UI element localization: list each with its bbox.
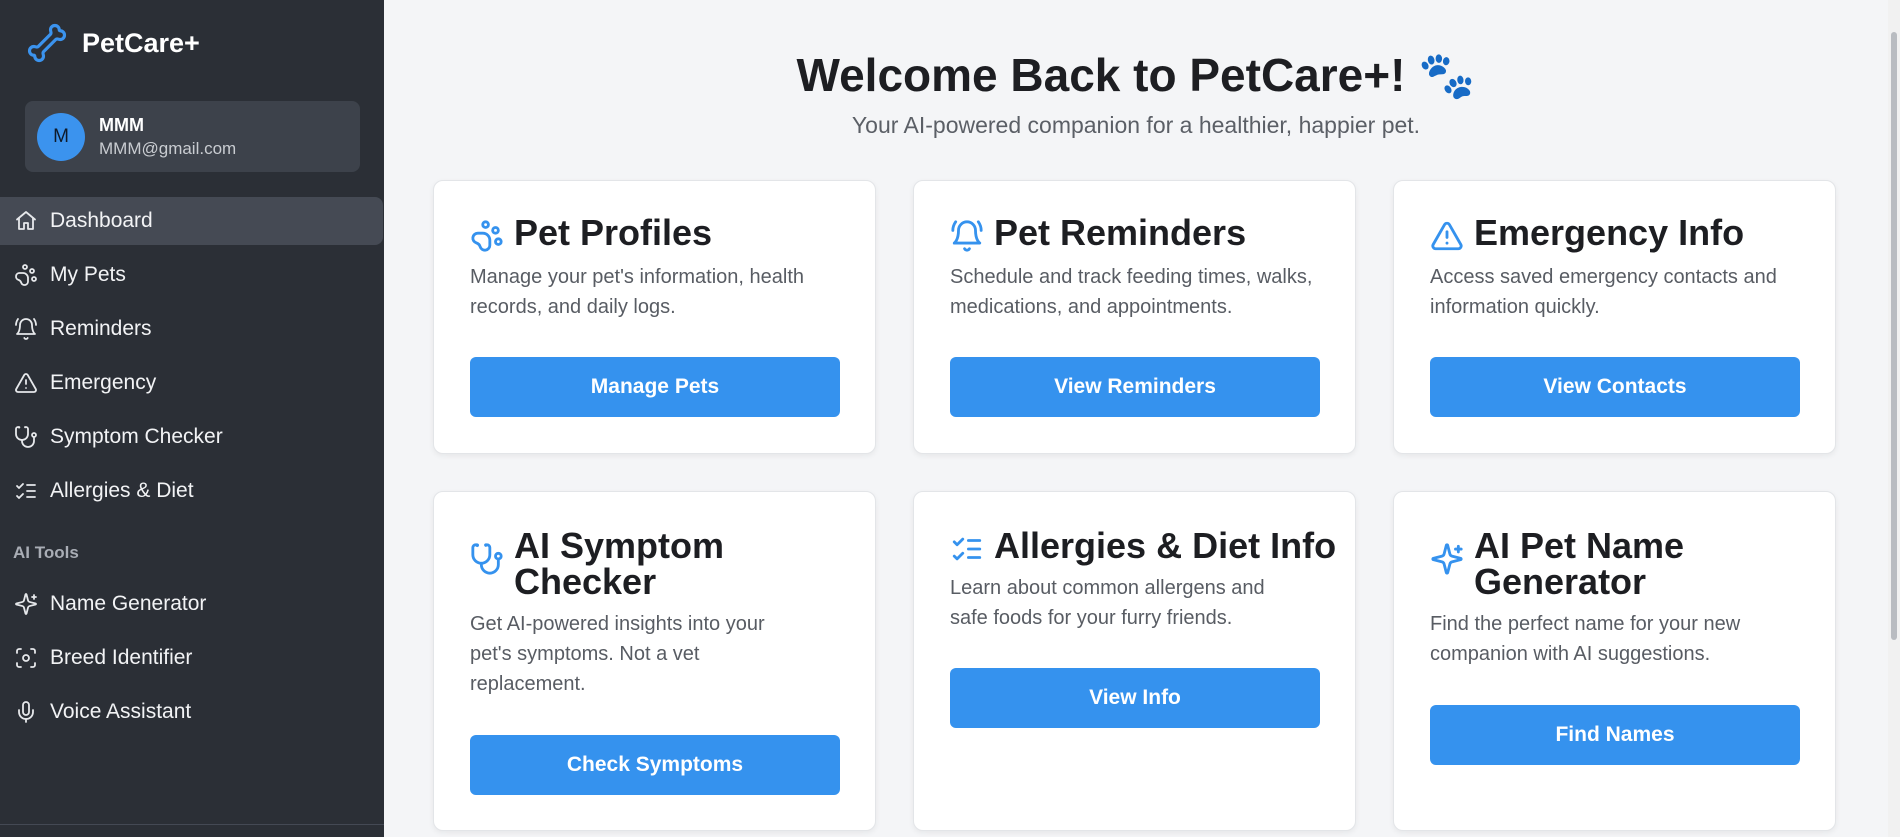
scrollbar[interactable] [1888, 0, 1900, 837]
manage-pets-button[interactable]: Manage Pets [470, 357, 840, 417]
card-title: AI Pet Name Generator [1474, 525, 1685, 602]
bell-icon [951, 220, 983, 252]
microphone-icon [18, 701, 34, 723]
check-symptoms-button[interactable]: Check Symptoms [470, 735, 840, 795]
card-ai-symptom-checker: AI Symptom Checker Get AI-powered insigh… [433, 491, 876, 831]
list-check-icon [16, 483, 36, 499]
user-card[interactable]: M MMM MMM@gmail.com [25, 101, 360, 172]
find-names-button[interactable]: Find Names [1430, 705, 1800, 765]
sidebar-item-label: Allergies & Diet [50, 479, 194, 502]
sparkles-icon [15, 593, 37, 615]
sidebar-item-dashboard[interactable]: Dashboard [0, 197, 383, 245]
sidebar-item-label: Reminders [50, 317, 152, 340]
card-description: Get AI-powered insights into your pet's … [470, 613, 765, 695]
view-contacts-button[interactable]: View Contacts [1430, 357, 1800, 417]
card-description: Access saved emergency contacts and info… [1430, 266, 1777, 318]
card-header: Emergency Info [1430, 215, 1744, 253]
card-allergies-diet: Allergies & Diet Info Learn about common… [913, 491, 1356, 831]
sidebar-item-name-generator[interactable]: Name Generator [0, 580, 384, 628]
sidebar-item-allergies-diet[interactable]: Allergies & Diet [0, 467, 384, 515]
user-email: MMM@gmail.com [99, 138, 237, 158]
user-info: MMM MMM@gmail.com [99, 115, 236, 159]
bell-icon [15, 318, 37, 340]
card-title: Pet Reminders [994, 212, 1247, 253]
card-header: AI Pet Name Generator [1430, 528, 1734, 600]
scrollbar-thumb[interactable] [1891, 32, 1897, 640]
warning-icon [1431, 221, 1463, 251]
sparkles-icon [1431, 543, 1463, 575]
sidebar-item-label: Symptom Checker [50, 425, 223, 448]
stethoscope-icon [471, 543, 503, 575]
stethoscope-icon [15, 426, 37, 448]
card-ai-name-generator: AI Pet Name Generator Find the perfect n… [1393, 491, 1836, 831]
home-icon [16, 211, 36, 230]
sidebar-item-emergency[interactable]: Emergency [0, 359, 384, 407]
view-reminders-button[interactable]: View Reminders [950, 357, 1320, 417]
card-title: Emergency Info [1474, 212, 1745, 253]
page-subtitle: Your AI-powered companion for a healthie… [851, 112, 1421, 138]
sidebar-item-label: Breed Identifier [50, 646, 193, 669]
brand[interactable]: PetCare+ [26, 22, 200, 64]
sidebar: PetCare+ M MMM MMM@gmail.com Dashboard M… [0, 0, 384, 837]
card-description: Manage your pet's information, health re… [470, 266, 805, 318]
view-info-button[interactable]: View Info [950, 668, 1320, 728]
card-emergency-info: Emergency Info Access saved emergency co… [1393, 180, 1836, 454]
sidebar-item-label: Dashboard [50, 209, 153, 232]
user-name: MMM [99, 114, 144, 135]
bone-icon [27, 23, 67, 63]
avatar: M [37, 112, 85, 161]
warning-icon [15, 373, 37, 393]
card-description: Learn about common allergens and safe fo… [950, 577, 1265, 629]
sidebar-item-label: My Pets [50, 263, 126, 286]
paw-icon [15, 264, 37, 286]
sidebar-nav: Dashboard My Pets Reminders Emergency Sy… [0, 197, 384, 521]
card-description: Find the perfect name for your new compa… [1430, 613, 1741, 665]
sidebar-ai-nav: Name Generator Breed Identifier Voice As… [0, 580, 384, 742]
sidebar-item-label: Voice Assistant [50, 700, 192, 723]
paw-icon [471, 220, 503, 252]
brand-name: PetCare+ [82, 27, 200, 58]
sidebar-item-my-pets[interactable]: My Pets [0, 251, 384, 299]
sidebar-item-breed-identifier[interactable]: Breed Identifier [0, 634, 384, 682]
sidebar-item-label: Emergency [50, 371, 157, 394]
scan-icon [16, 648, 36, 668]
card-title: AI Symptom Checker [514, 525, 725, 602]
card-header: AI Symptom Checker [470, 528, 764, 600]
card-pet-profiles: Pet Profiles Manage your pet's informati… [433, 180, 876, 454]
main-content: Welcome Back to PetCare+! 🐾 Your AI-powe… [384, 0, 1888, 837]
sidebar-item-reminders[interactable]: Reminders [0, 305, 384, 353]
list-check-icon [952, 537, 982, 561]
sidebar-divider [0, 824, 384, 825]
card-header: Pet Reminders [950, 215, 1246, 253]
card-header: Allergies & Diet Info [950, 528, 1336, 566]
card-pet-reminders: Pet Reminders Schedule and track feeding… [913, 180, 1356, 454]
card-header: Pet Profiles [470, 215, 712, 253]
section-label-ai-tools: AI Tools [13, 543, 79, 562]
sidebar-item-voice-assistant[interactable]: Voice Assistant [0, 688, 384, 736]
sidebar-item-symptom-checker[interactable]: Symptom Checker [0, 413, 384, 461]
sidebar-item-label: Name Generator [50, 592, 207, 615]
card-title: Pet Profiles [514, 212, 713, 253]
page-title: Welcome Back to PetCare+! 🐾 [796, 49, 1476, 101]
card-title: Allergies & Diet Info [994, 525, 1337, 566]
card-description: Schedule and track feeding times, walks,… [950, 266, 1313, 318]
